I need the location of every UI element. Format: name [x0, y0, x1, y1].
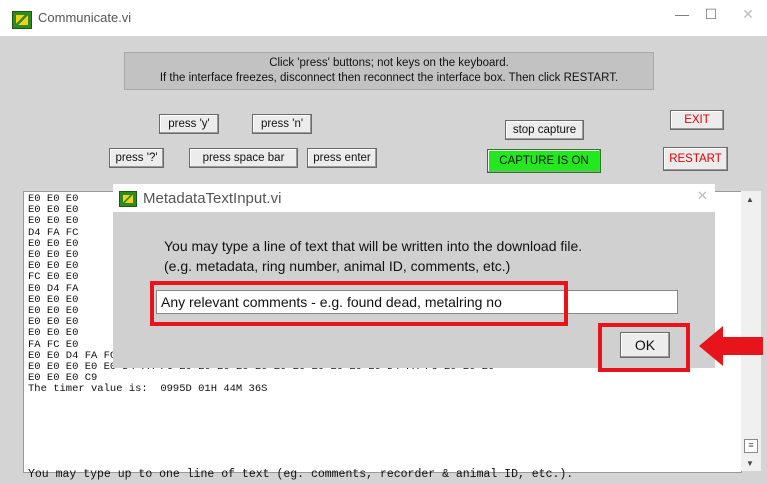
scroll-grip-icon[interactable]: ≡ [744, 439, 758, 453]
scroll-up-arrow-icon[interactable]: ▲ [746, 195, 754, 204]
control-panel: Click 'press' buttons; not keys on the k… [0, 36, 767, 182]
restart-button[interactable]: RESTART [663, 147, 728, 171]
minimize-button[interactable]: — [667, 6, 697, 22]
input-highlight-box [150, 281, 568, 326]
title-bar: Communicate.vi — ☐ ✕ [0, 0, 767, 36]
exit-button[interactable]: EXIT [670, 110, 724, 130]
dialog-message-line-2: (e.g. metadata, ring number, animal ID, … [164, 258, 511, 274]
dialog-title-bar: MetadataTextInput.vi ✕ [113, 184, 715, 212]
instruction-line-2: If the interface freezes, disconnect the… [159, 72, 619, 84]
instruction-line-1: Click 'press' buttons; not keys on the k… [269, 57, 509, 69]
maximize-button[interactable]: ☐ [696, 6, 726, 23]
ok-highlight-box [598, 323, 690, 372]
close-button[interactable]: ✕ [733, 6, 763, 23]
labview-app-icon [119, 191, 137, 207]
terminal-prompt-text: You may type up to one line of text (eg.… [28, 468, 574, 481]
dialog-title: MetadataTextInput.vi [143, 190, 282, 207]
dialog-message-line-1: You may type a line of text that will be… [164, 238, 583, 254]
window-title: Communicate.vi [38, 10, 132, 25]
press-space-bar-button[interactable]: press space bar [189, 148, 298, 168]
scroll-down-arrow-icon[interactable]: ▼ [746, 459, 754, 468]
labview-app-icon [12, 11, 32, 29]
pointer-arrow-icon [699, 326, 763, 366]
capture-status-indicator: CAPTURE IS ON [487, 149, 601, 173]
dialog-message: You may type a line of text that will be… [164, 236, 582, 276]
press-enter-button[interactable]: press enter [307, 148, 377, 168]
press-y-button[interactable]: press 'y' [159, 114, 219, 134]
press-question-button[interactable]: press '?' [109, 148, 164, 168]
press-n-button[interactable]: press 'n' [252, 114, 312, 134]
instructions-box: Click 'press' buttons; not keys on the k… [124, 52, 654, 90]
dialog-close-button[interactable]: ✕ [697, 188, 708, 204]
stop-capture-button[interactable]: stop capture [505, 120, 584, 140]
